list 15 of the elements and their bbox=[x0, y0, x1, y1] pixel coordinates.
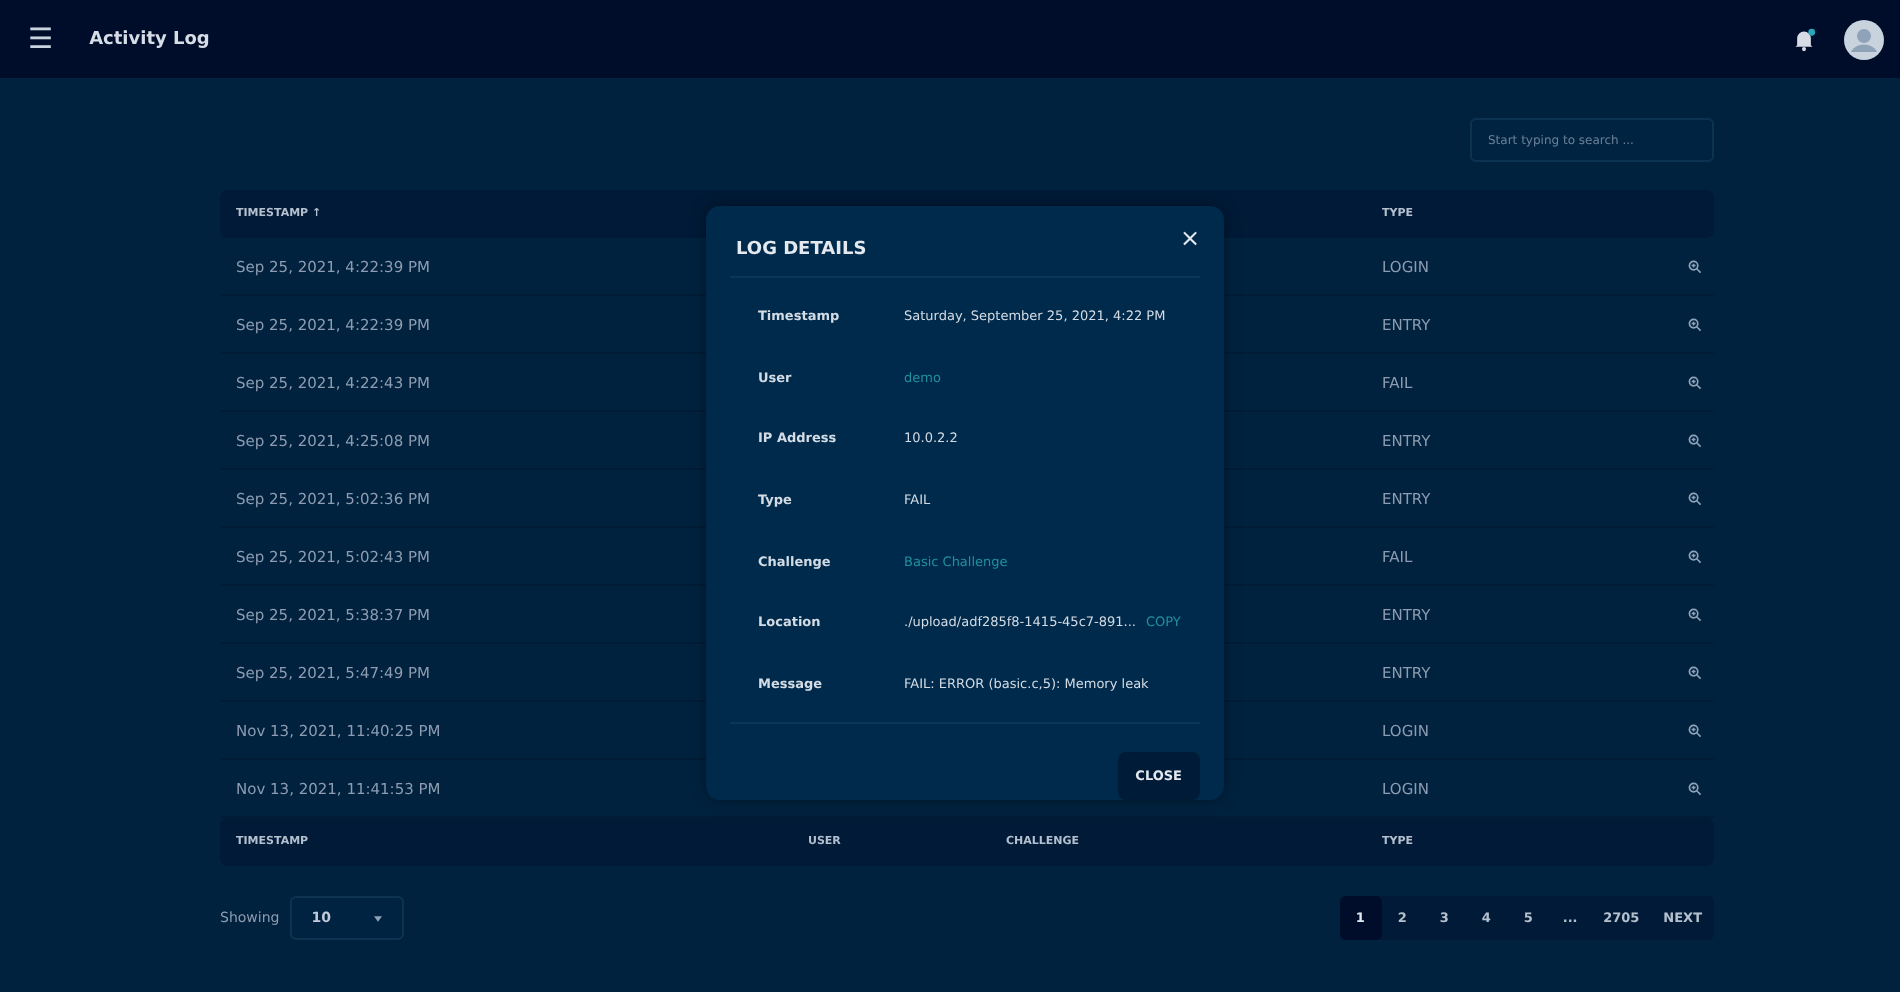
zoom-in-icon[interactable] bbox=[1688, 607, 1702, 621]
zoom-in-icon[interactable] bbox=[1688, 491, 1702, 505]
zoom-in-icon[interactable] bbox=[1688, 723, 1702, 737]
zoom-in-icon[interactable] bbox=[1688, 781, 1702, 795]
page-title: Activity Log bbox=[89, 29, 210, 49]
zoom-in-icon[interactable] bbox=[1688, 665, 1702, 679]
notification-bell-icon[interactable] bbox=[1792, 27, 1816, 51]
zoom-in-icon[interactable] bbox=[1688, 433, 1702, 447]
zoom-in-icon[interactable] bbox=[1688, 375, 1702, 389]
zoom-in-icon[interactable] bbox=[1688, 259, 1702, 273]
caret-icon bbox=[374, 915, 383, 921]
zoom-in-icon[interactable] bbox=[1688, 317, 1702, 331]
avatar-icon[interactable] bbox=[1844, 19, 1884, 59]
dialog-title: LOG DETAILS bbox=[736, 240, 867, 260]
zoom-in-icon[interactable] bbox=[1688, 549, 1702, 563]
